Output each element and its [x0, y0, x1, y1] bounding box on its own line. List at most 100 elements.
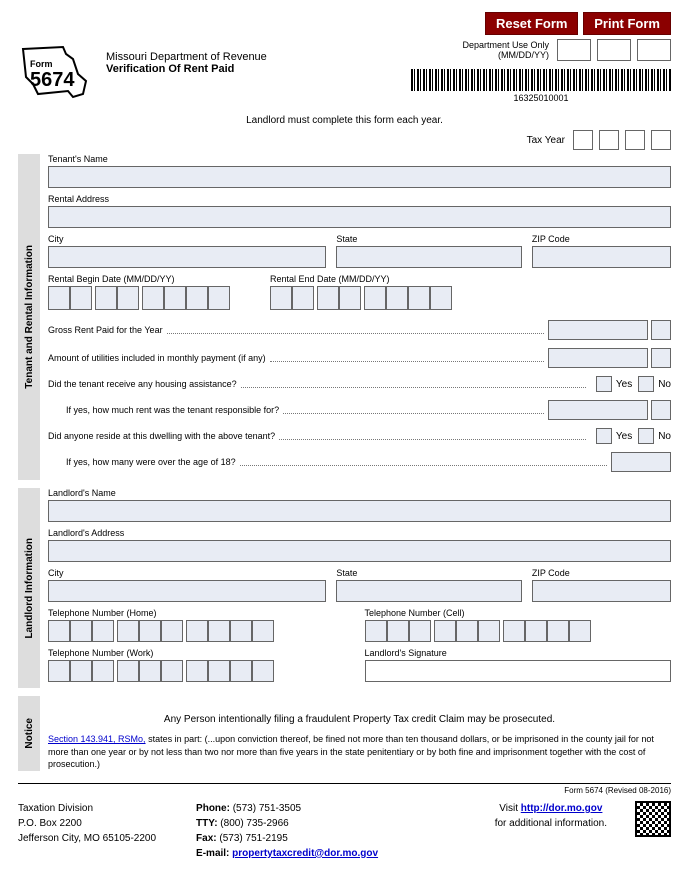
tw4[interactable] [117, 660, 139, 682]
th3[interactable] [92, 620, 114, 642]
assist-yes-checkbox[interactable] [596, 376, 612, 392]
end-y2[interactable] [386, 286, 408, 310]
assist-no-checkbox[interactable] [638, 376, 654, 392]
tc2[interactable] [387, 620, 409, 642]
end-d1[interactable] [317, 286, 339, 310]
th2[interactable] [70, 620, 92, 642]
landlord-city-input[interactable] [48, 580, 326, 602]
rental-address-input[interactable] [48, 206, 671, 228]
landlord-state-label: State [336, 568, 522, 578]
landlord-zip-input[interactable] [532, 580, 671, 602]
landlord-addr-input[interactable] [48, 540, 671, 562]
landlord-name-input[interactable] [48, 500, 671, 522]
fax-label: Fax: [196, 833, 217, 844]
tw2[interactable] [70, 660, 92, 682]
tax-year-2[interactable] [599, 130, 619, 150]
begin-m2[interactable] [70, 286, 92, 310]
end-d2[interactable] [339, 286, 361, 310]
tenant-city-input[interactable] [48, 246, 326, 268]
begin-m1[interactable] [48, 286, 70, 310]
tc6[interactable] [478, 620, 500, 642]
tenant-zip-input[interactable] [532, 246, 671, 268]
anyone-label: Did anyone reside at this dwelling with … [48, 431, 275, 441]
end-date-label: Rental End Date (MM/DD/YY) [270, 274, 452, 284]
tw10[interactable] [252, 660, 274, 682]
email-label: E-mail: [196, 848, 232, 859]
dept-use-dd[interactable] [597, 39, 631, 61]
tw8[interactable] [208, 660, 230, 682]
begin-date-label: Rental Begin Date (MM/DD/YY) [48, 274, 230, 284]
end-m1[interactable] [270, 286, 292, 310]
th6[interactable] [161, 620, 183, 642]
end-y4[interactable] [430, 286, 452, 310]
begin-y1[interactable] [142, 286, 164, 310]
end-y1[interactable] [364, 286, 386, 310]
statute-link[interactable]: Section 143.941, RSMo, [48, 734, 146, 744]
tw5[interactable] [139, 660, 161, 682]
tax-year-label: Tax Year [527, 135, 565, 146]
qr-code-icon [635, 801, 671, 837]
additional-info: for additional information. [495, 816, 607, 831]
print-button[interactable]: Print Form [583, 12, 671, 35]
utilities-input[interactable] [548, 348, 648, 368]
footer-addr3: Jefferson City, MO 65105-2200 [18, 831, 156, 846]
th9[interactable] [230, 620, 252, 642]
assist-sub-label: If yes, how much rent was the tenant res… [66, 405, 279, 415]
utilities-cents[interactable] [651, 348, 671, 368]
tenant-state-input[interactable] [336, 246, 522, 268]
begin-d2[interactable] [117, 286, 139, 310]
landlord-state-input[interactable] [336, 580, 522, 602]
tax-year-1[interactable] [573, 130, 593, 150]
anyone-yes-checkbox[interactable] [596, 428, 612, 444]
email-link[interactable]: propertytaxcredit@dor.mo.gov [232, 848, 378, 859]
begin-y2[interactable] [164, 286, 186, 310]
tenant-state-label: State [336, 234, 522, 244]
tel-cell-label: Telephone Number (Cell) [365, 608, 672, 618]
tc8[interactable] [525, 620, 547, 642]
signature-field[interactable] [365, 660, 672, 682]
tc9[interactable] [547, 620, 569, 642]
assist-sub-cents[interactable] [651, 400, 671, 420]
dept-use-yy[interactable] [637, 39, 671, 61]
begin-y4[interactable] [208, 286, 230, 310]
th4[interactable] [117, 620, 139, 642]
tc1[interactable] [365, 620, 387, 642]
tc4[interactable] [434, 620, 456, 642]
tenant-name-label: Tenant's Name [48, 154, 671, 164]
begin-d1[interactable] [95, 286, 117, 310]
phone-value: (573) 751-3505 [230, 803, 301, 814]
website-link[interactable]: http://dor.mo.gov [521, 803, 603, 814]
assist-sub-input[interactable] [548, 400, 648, 420]
assistance-label: Did the tenant receive any housing assis… [48, 379, 237, 389]
tc7[interactable] [503, 620, 525, 642]
th1[interactable] [48, 620, 70, 642]
dept-use-mm[interactable] [557, 39, 591, 61]
utilities-label: Amount of utilities included in monthly … [48, 353, 266, 363]
th10[interactable] [252, 620, 274, 642]
tax-year-3[interactable] [625, 130, 645, 150]
th8[interactable] [208, 620, 230, 642]
tw7[interactable] [186, 660, 208, 682]
th7[interactable] [186, 620, 208, 642]
tw9[interactable] [230, 660, 252, 682]
tw6[interactable] [161, 660, 183, 682]
tenant-name-input[interactable] [48, 166, 671, 188]
tax-year-4[interactable] [651, 130, 671, 150]
anyone-no-checkbox[interactable] [638, 428, 654, 444]
gross-rent-cents[interactable] [651, 320, 671, 340]
th5[interactable] [139, 620, 161, 642]
signature-label: Landlord's Signature [365, 648, 672, 658]
end-y3[interactable] [408, 286, 430, 310]
reset-button[interactable]: Reset Form [485, 12, 579, 35]
tc5[interactable] [456, 620, 478, 642]
end-m2[interactable] [292, 286, 314, 310]
tc10[interactable] [569, 620, 591, 642]
over18-input[interactable] [611, 452, 671, 472]
begin-y3[interactable] [186, 286, 208, 310]
gross-rent-input[interactable] [548, 320, 648, 340]
tty-value: (800) 735-2966 [218, 818, 289, 829]
tc3[interactable] [409, 620, 431, 642]
tw1[interactable] [48, 660, 70, 682]
landlord-city-label: City [48, 568, 326, 578]
tw3[interactable] [92, 660, 114, 682]
